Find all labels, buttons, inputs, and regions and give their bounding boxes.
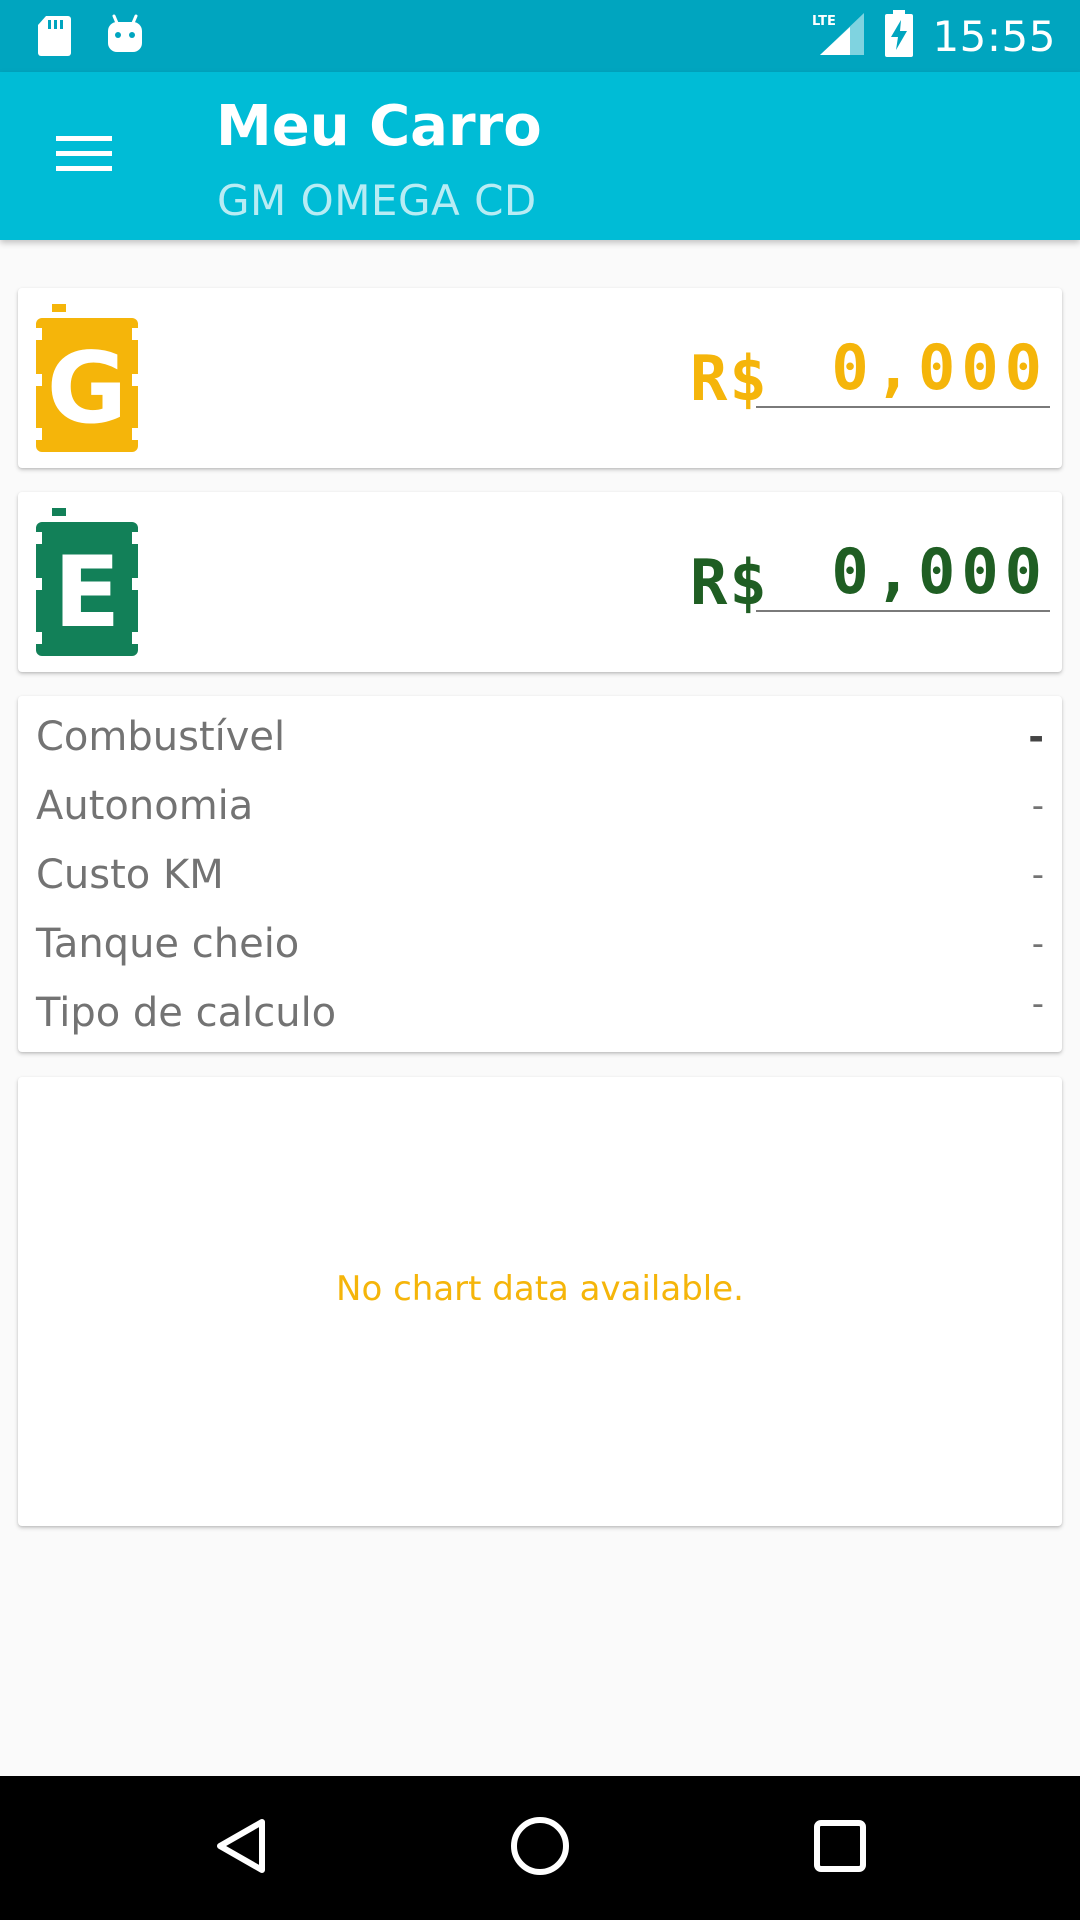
- info-value: -: [1028, 715, 1044, 759]
- info-label: Tipo de calculo: [36, 990, 337, 1036]
- car-subtitle: GM OMEGA CD: [217, 176, 537, 225]
- home-circle-icon: [508, 1814, 572, 1883]
- status-bar: LTE 15:55: [0, 0, 1080, 72]
- back-triangle-icon: [212, 1816, 272, 1881]
- info-value: -: [1031, 924, 1044, 964]
- android-icon: [106, 14, 144, 63]
- lte-signal-icon: LTE: [810, 11, 866, 62]
- gasoline-card: G R$: [18, 288, 1062, 468]
- sd-card-icon: [36, 14, 72, 63]
- info-row-cost-km: Custo KM -: [36, 844, 1044, 906]
- info-value: -: [1031, 786, 1044, 826]
- summary-card: Combustível - Autonomia - Custo KM - Tan…: [18, 696, 1062, 1052]
- ethanol-can-icon: E: [36, 508, 140, 656]
- info-row-autonomy: Autonomia -: [36, 775, 1044, 837]
- gasoline-letter: G: [47, 332, 127, 446]
- page-title: Meu Carro: [216, 94, 542, 159]
- info-row-fuel: Combustível -: [36, 706, 1044, 768]
- info-label: Tanque cheio: [36, 921, 300, 967]
- home-button[interactable]: [504, 1812, 576, 1884]
- svg-text:LTE: LTE: [812, 14, 836, 29]
- navigation-bar: [0, 1776, 1080, 1920]
- gasoline-price-input[interactable]: [756, 328, 1050, 408]
- app-bar: Meu Carro GM OMEGA CD: [0, 72, 1080, 240]
- info-label: Combustível: [36, 714, 286, 760]
- info-row-calc-type: Tipo de calculo -: [36, 982, 1044, 1044]
- battery-charging-icon: [884, 9, 914, 63]
- info-label: Custo KM: [36, 852, 224, 898]
- chart-empty-message: No chart data available.: [336, 1269, 744, 1309]
- gasoline-can-icon: G: [36, 304, 140, 452]
- info-value: -: [1031, 855, 1044, 895]
- menu-button[interactable]: [40, 112, 128, 200]
- recents-button[interactable]: [804, 1812, 876, 1884]
- back-button[interactable]: [206, 1812, 278, 1884]
- info-value: -: [1031, 984, 1044, 1024]
- chart-card: No chart data available.: [18, 1077, 1062, 1526]
- info-label: Autonomia: [36, 783, 254, 829]
- ethanol-price-input[interactable]: [756, 532, 1050, 612]
- hamburger-menu-icon: [56, 134, 112, 179]
- ethanol-letter: E: [54, 536, 121, 650]
- info-row-full-tank: Tanque cheio -: [36, 913, 1044, 975]
- status-time: 15:55: [932, 11, 1056, 61]
- ethanol-card: E R$: [18, 492, 1062, 672]
- recents-square-icon: [812, 1818, 868, 1879]
